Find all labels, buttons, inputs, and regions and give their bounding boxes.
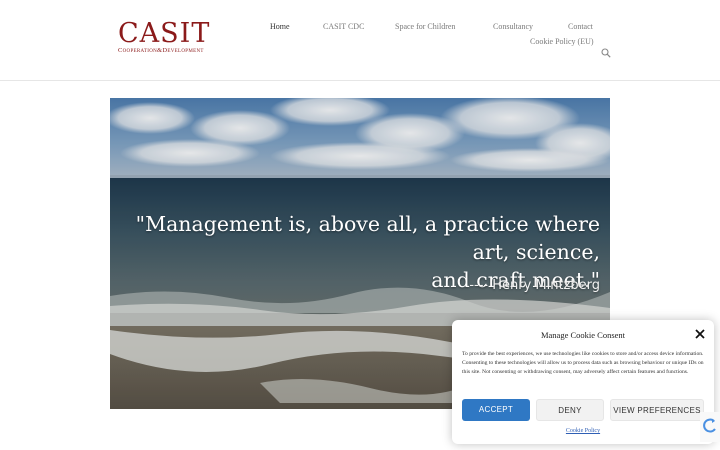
close-icon[interactable] [694,328,706,340]
nav-item-contact[interactable]: Contact [568,22,593,31]
quote-author: ---- Henry Mintzberg [469,278,600,293]
nav-item-cookie-policy[interactable]: Cookie Policy (EU) [530,37,594,46]
cookie-policy-link[interactable]: Cookie Policy [452,428,714,434]
deny-button[interactable]: DENY [536,399,604,421]
recaptcha-icon[interactable] [700,412,720,442]
nav-item-space-for-children[interactable]: Space for Children [395,22,455,31]
cookie-dialog-text: To provide the best experiences, we use … [462,351,704,376]
search-icon[interactable] [601,48,611,58]
logo-subtitle: Cooperation&Development [118,47,204,54]
view-preferences-button[interactable]: VIEW PREFERENCES [610,399,704,421]
accept-button[interactable]: ACCEPT [462,399,530,421]
quote-line-1: "Management is, above all, a practice wh… [135,212,600,264]
nav-item-consultancy[interactable]: Consultancy [493,22,533,31]
logo-title: CASIT [118,18,211,49]
cookie-dialog-title: Manage Cookie Consent [540,330,626,340]
cookie-consent-dialog: Manage Cookie Consent To provide the bes… [452,320,714,444]
site-logo[interactable]: CASIT Cooperation&Development [118,18,211,55]
site-header: CASIT Cooperation&Development Home CASIT… [0,0,720,81]
nav-item-home[interactable]: Home [270,22,290,31]
nav-item-casit-cdc[interactable]: CASIT CDC [323,22,364,31]
